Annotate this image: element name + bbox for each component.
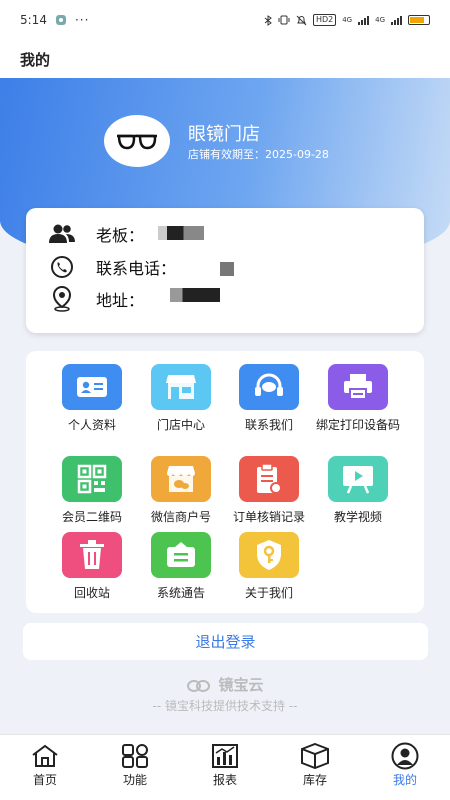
brand-name: 镜宝云 xyxy=(218,676,264,694)
box-icon xyxy=(300,743,330,769)
signal-icon-1 xyxy=(358,15,370,25)
net-label-2: 4G xyxy=(375,16,385,24)
cloud-logo-icon xyxy=(187,679,211,692)
location-pin-icon xyxy=(48,286,76,312)
store-icon xyxy=(151,364,211,410)
menu-item-label: 个人资料 xyxy=(67,418,116,432)
vibrate-icon xyxy=(278,15,290,25)
menu-item-label: 门店中心 xyxy=(156,418,205,432)
status-bar: 5:14 ··· HD2 4G 4G xyxy=(0,0,450,40)
boss-value-redacted xyxy=(158,226,204,240)
id-card-icon xyxy=(62,364,122,410)
shield-key-icon xyxy=(239,532,299,578)
tab-user[interactable]: 我的 xyxy=(360,735,450,800)
menu-item-label: 回收站 xyxy=(73,586,110,600)
trash-icon xyxy=(62,532,122,578)
phone-icon xyxy=(48,255,76,279)
tab-home[interactable]: 首页 xyxy=(0,735,90,800)
status-time: 5:14 xyxy=(20,13,47,27)
tab-label: 我的 xyxy=(392,773,417,787)
title-bar: 我的 xyxy=(0,40,450,78)
hd-badge: HD2 xyxy=(312,14,337,26)
grid-icon xyxy=(120,743,150,769)
phone-row: 联系电话： xyxy=(48,253,176,281)
menu-item-label: 联系我们 xyxy=(244,418,293,432)
tab-label: 首页 xyxy=(32,773,57,787)
menu-item-printer[interactable]: 绑定打印设备码 xyxy=(313,364,403,433)
menu-item-label: 订单核销记录 xyxy=(232,510,305,524)
menu-item-notice[interactable]: 系统通告 xyxy=(136,532,226,601)
people-icon xyxy=(48,222,76,246)
address-label: 地址： xyxy=(96,291,145,310)
printer-icon xyxy=(328,364,388,410)
app-notification-icon xyxy=(55,15,66,25)
menu-item-wechat-shop[interactable]: 微信商户号 xyxy=(136,456,226,525)
tab-label: 库存 xyxy=(302,773,327,787)
logout-button[interactable]: 退出登录 xyxy=(23,623,428,660)
phone-label: 联系电话： xyxy=(96,259,177,278)
tab-label: 报表 xyxy=(212,773,237,787)
brand-footer: 镜宝云 xyxy=(0,674,450,695)
headset-icon xyxy=(239,364,299,410)
wechat-shop-icon xyxy=(151,456,211,502)
user-icon xyxy=(390,742,420,770)
phone-value-redacted xyxy=(220,262,234,276)
menu-item-label: 系统通告 xyxy=(156,586,205,600)
qr-code-icon xyxy=(62,456,122,502)
menu-item-label: 微信商户号 xyxy=(150,510,211,524)
notice-icon xyxy=(151,532,211,578)
signal-icon-2 xyxy=(391,15,402,25)
glasses-icon xyxy=(117,134,157,150)
video-icon xyxy=(328,456,388,502)
menu-item-label: 教学视频 xyxy=(333,510,382,524)
tab-chart[interactable]: 报表 xyxy=(180,735,270,800)
tech-support-text: -- 镜宝科技提供技术支持 -- xyxy=(152,699,298,713)
menu-item-id-card[interactable]: 个人资料 xyxy=(47,364,137,433)
menu-item-trash[interactable]: 回收站 xyxy=(47,532,137,601)
boss-row: 老板： xyxy=(48,220,144,248)
menu-item-shield-key[interactable]: 关于我们 xyxy=(224,532,314,601)
battery-icon xyxy=(408,15,430,25)
mute-bell-icon xyxy=(296,15,307,25)
menu-item-label: 绑定打印设备码 xyxy=(315,418,400,432)
store-avatar[interactable] xyxy=(104,115,170,167)
menu-item-qr-code[interactable]: 会员二维码 xyxy=(47,456,137,525)
address-value-redacted xyxy=(170,288,220,302)
tab-label: 功能 xyxy=(122,773,147,787)
menu-item-label: 会员二维码 xyxy=(61,510,122,524)
store-validity: 店铺有效期至：2025-09-28 xyxy=(188,148,329,161)
more-dots-icon: ··· xyxy=(74,13,90,27)
menu-item-headset[interactable]: 联系我们 xyxy=(224,364,314,433)
tab-box[interactable]: 库存 xyxy=(270,735,360,800)
address-row: 地址： xyxy=(48,285,144,313)
bluetooth-icon xyxy=(264,14,272,26)
menu-item-store[interactable]: 门店中心 xyxy=(136,364,226,433)
store-info-card: 老板： 联系电话： 地址： xyxy=(26,208,424,333)
net-label-1: 4G xyxy=(342,16,353,24)
boss-label: 老板： xyxy=(96,226,145,245)
menu-item-clipboard[interactable]: 订单核销记录 xyxy=(224,456,314,525)
function-menu-card: 个人资料 门店中心 联系我们 绑定打印设备码会员二维码 微信商户号 订单核销记录 教学视频回… xyxy=(26,351,424,613)
logout-label: 退出登录 xyxy=(195,633,256,651)
bottom-tab-bar: 首页 功能 报表 库存 我的 xyxy=(0,734,450,800)
clipboard-icon xyxy=(239,456,299,502)
home-icon xyxy=(30,743,60,769)
battery-level xyxy=(410,17,424,23)
page-title: 我的 xyxy=(20,50,51,69)
store-name: 眼镜门店 xyxy=(188,124,260,145)
tab-grid[interactable]: 功能 xyxy=(90,735,180,800)
menu-item-video[interactable]: 教学视频 xyxy=(313,456,403,525)
menu-item-label: 关于我们 xyxy=(244,586,293,600)
chart-icon xyxy=(210,743,240,769)
